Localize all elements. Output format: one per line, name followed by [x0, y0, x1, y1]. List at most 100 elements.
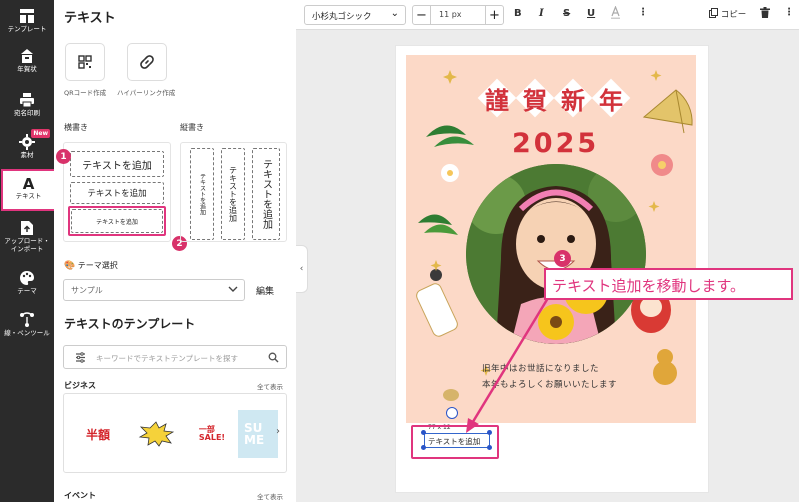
template-thumb-sale[interactable]: 一部 SALE!	[192, 414, 232, 454]
copy-icon	[709, 8, 718, 18]
sidebar-item-address-print[interactable]: 宛名印刷	[0, 86, 54, 130]
template-thumb-burst[interactable]	[136, 414, 176, 454]
instruction-callout: テキスト追加を移動します。	[544, 268, 793, 300]
sidebar-item-label: テキスト	[15, 192, 42, 200]
template-icon	[20, 9, 34, 23]
decrease-size-button[interactable]: −	[413, 6, 431, 24]
bold-button[interactable]: B	[514, 8, 522, 19]
font-family-select[interactable]: 小杉丸ゴシック ⌄	[304, 5, 406, 25]
printer-icon	[20, 93, 34, 108]
collapse-panel-button[interactable]: ‹	[296, 245, 308, 293]
title-char: 新	[561, 86, 585, 115]
card-title: 謹 賀 新 年	[477, 78, 640, 118]
step3-highlight	[411, 425, 499, 459]
upload-icon	[21, 221, 33, 235]
sidebar-item-label: 宛名印刷	[14, 109, 40, 117]
chevron-down-icon	[228, 286, 238, 292]
sidebar-item-pen-tool[interactable]: 線・ペンツール	[0, 306, 54, 350]
font-size-stepper[interactable]: − 11 px +	[412, 5, 504, 25]
card-message-line1: 旧年中はお世話になりました	[482, 364, 600, 374]
template-thumb-half-price[interactable]: 半額	[78, 414, 118, 454]
text-a-icon: A	[22, 175, 35, 193]
font-family-value: 小杉丸ゴシック	[312, 12, 372, 22]
text-color-button[interactable]	[610, 5, 621, 23]
text-color-icon	[611, 5, 620, 19]
add-text-medium-button[interactable]: テキストを追加	[70, 182, 164, 204]
sidebar-item-template[interactable]: テンプレート	[0, 2, 54, 46]
title-char: 謹	[485, 86, 509, 115]
sidebar-item-upload[interactable]: アップロード・ インポート	[0, 214, 54, 258]
template-search-input[interactable]: キーワードでテキストテンプレートを探す	[63, 345, 287, 369]
theme-edit-button[interactable]: 編集	[256, 284, 274, 297]
sidebar-item-label: 素材	[20, 151, 34, 159]
chevron-right-icon[interactable]: ›	[276, 426, 280, 437]
text-panel: テキスト QRコード作成 ハイパーリンク作成 横書き 縦書き テキストを追加 テ…	[54, 0, 296, 502]
rotate-handle[interactable]	[446, 407, 458, 419]
sidebar-item-label: テンプレート	[7, 25, 47, 33]
hyperlink-button[interactable]	[127, 43, 167, 81]
pen-tool-icon	[20, 312, 34, 327]
step2-highlight	[68, 206, 166, 236]
step1-badge: 1	[56, 149, 71, 164]
panel-title: テキスト	[64, 11, 116, 26]
font-size-value: 11 px	[439, 10, 462, 19]
qr-code-icon	[78, 55, 92, 69]
starburst-icon	[138, 421, 174, 447]
italic-button[interactable]: I	[539, 8, 544, 19]
copy-label: コピー	[720, 10, 747, 20]
sidebar-item-text[interactable]: A テキスト	[1, 169, 56, 211]
trash-icon	[760, 7, 770, 18]
step3-badge: 3	[554, 250, 571, 267]
copy-button[interactable]: コピー	[709, 8, 746, 20]
palette-small-icon: 🎨	[64, 261, 76, 271]
business-category-label: ビジネス	[64, 381, 96, 390]
increase-size-button[interactable]: +	[485, 6, 503, 24]
add-vertical-text-large-button[interactable]: テキストを追加	[252, 148, 280, 240]
underline-button[interactable]: U	[587, 8, 595, 19]
palette-icon	[20, 271, 34, 285]
vertical-text-label: テキストを追加	[198, 173, 206, 215]
qr-code-button[interactable]	[65, 43, 105, 81]
search-icon	[268, 352, 279, 363]
horizontal-section-label: 横書き	[64, 123, 88, 132]
more-options-icon[interactable]: ⋮	[784, 7, 794, 18]
new-badge: New	[31, 129, 50, 138]
template-thumb-summer[interactable]: SU ME	[238, 410, 278, 458]
text-toolbar: 小杉丸ゴシック ⌄ − 11 px + B I S U ⋮ コピー ⋮	[296, 0, 799, 30]
link-icon	[140, 55, 154, 69]
theme-value: サンプル	[71, 286, 103, 295]
add-vertical-text-small-button[interactable]: テキストを追加	[190, 148, 214, 240]
more-options-icon[interactable]: ⋮	[638, 7, 648, 18]
strikethrough-button[interactable]: S	[563, 8, 570, 19]
sidebar-item-theme[interactable]: テーマ	[0, 264, 54, 308]
theme-section: 🎨 テーマ選択	[64, 260, 118, 271]
business-template-strip: 半額 一部 SALE! SU ME ›	[63, 393, 287, 473]
see-all-event-link[interactable]: 全て表示	[257, 491, 283, 501]
sidebar-item-materials[interactable]: New 素材	[0, 128, 54, 172]
theme-select[interactable]: サンプル	[63, 279, 245, 301]
search-placeholder: キーワードでテキストテンプレートを探す	[96, 354, 239, 363]
sidebar-item-new-year-card[interactable]: 年賀状	[0, 42, 54, 86]
card-year: 2025	[512, 128, 600, 159]
sidebar-item-label: テーマ	[17, 287, 37, 295]
hyperlink-label: ハイパーリンク作成	[117, 89, 176, 97]
add-vertical-text-medium-button[interactable]: テキストを追加	[221, 148, 245, 240]
add-text-large-button[interactable]: テキストを追加	[70, 151, 164, 177]
vertical-text-label: テキストを追加	[260, 159, 272, 229]
vertical-text-label: テキストを追加	[228, 166, 238, 222]
event-category-label: イベント	[64, 491, 96, 500]
sidebar-item-label: 線・ペンツール	[4, 329, 50, 337]
see-all-business-link[interactable]: 全て表示	[257, 381, 283, 391]
sidebar-item-label: アップロード・ インポート	[4, 237, 50, 253]
delete-button[interactable]	[760, 7, 770, 21]
vertical-section-label: 縦書き	[180, 123, 204, 132]
qr-code-label: QRコード作成	[64, 89, 107, 97]
title-char: 賀	[523, 86, 547, 115]
filter-icon	[76, 352, 85, 363]
theme-label: テーマ選択	[77, 261, 118, 270]
sidebar-item-label: 年賀状	[17, 65, 37, 73]
sidebar-rail: テンプレート 年賀状 宛名印刷 New 素材 A テキスト アップロード・ イン…	[0, 0, 56, 502]
card-message-line2: 本年もよろしくお願いいたします	[482, 380, 618, 390]
new-year-card-icon	[21, 49, 33, 63]
chevron-left-icon: ‹	[299, 264, 304, 274]
